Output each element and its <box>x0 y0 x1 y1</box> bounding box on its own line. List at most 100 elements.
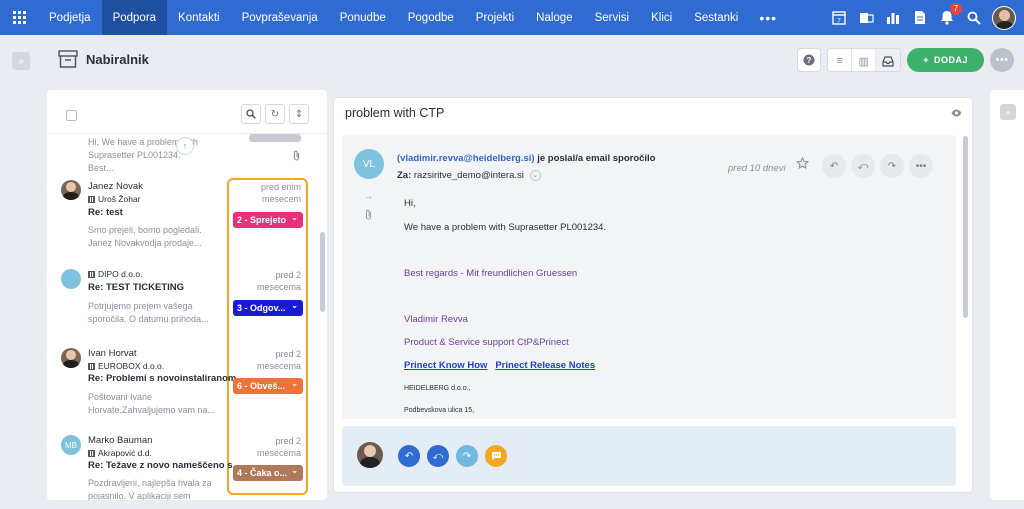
item-date: pred 2 mesecema <box>256 349 301 371</box>
apps-grid-icon[interactable] <box>0 0 38 35</box>
nav-item-kontakti[interactable]: Kontakti <box>167 0 231 35</box>
expand-sidebar-icon[interactable]: » <box>12 52 30 70</box>
reply-all-icon[interactable]: ⤺ <box>851 154 875 178</box>
top-navigation: Podjetja Podpora Kontakti Povpraševanja … <box>0 0 1024 35</box>
nav-item-podpora[interactable]: Podpora <box>101 0 168 35</box>
right-side-rail: « <box>990 90 1024 500</box>
chevron-down-icon: ⌄ <box>291 379 298 388</box>
from-line: (vladimir.revva@heidelberg.si) je poslal… <box>397 153 655 164</box>
chevron-down-icon[interactable]: ⌄ <box>529 170 541 181</box>
body-line: We have a problem with Suprasetter PL001… <box>404 222 607 233</box>
nav-item-klici[interactable]: Klici <box>640 0 683 35</box>
add-button-label: DODAJ <box>933 55 968 65</box>
nav-item-ponudbe[interactable]: Ponudbe <box>329 0 397 35</box>
nav-item-pogodbe[interactable]: Pogodbe <box>397 0 465 35</box>
reply-all-icon[interactable]: ⤺ <box>427 445 449 467</box>
to-line: Za: razsiritve_demo@intera.si ⌄ <box>397 170 541 181</box>
forward-icon[interactable]: ↷ <box>456 445 478 467</box>
page-header: » Nabiralnik ? ≡ ▥ + DODAJ ••• <box>0 35 1024 89</box>
detail-scrollbar[interactable] <box>963 136 968 318</box>
sender-email[interactable]: (vladimir.revva@heidelberg.si) <box>397 153 535 164</box>
list-scrollbar[interactable] <box>320 232 325 312</box>
user-avatar[interactable] <box>992 5 1016 30</box>
document-icon[interactable] <box>911 9 929 27</box>
help-button[interactable]: ? <box>797 48 822 72</box>
scroll-up-icon[interactable]: ↑ <box>176 137 194 155</box>
collapse-rail-icon[interactable]: « <box>1000 104 1016 120</box>
nav-item-podjetja[interactable]: Podjetja <box>38 0 102 35</box>
item-name: Ivan Horvat <box>88 348 137 359</box>
chevron-down-icon: ⌄ <box>291 301 298 310</box>
nav-item-projekti[interactable]: Projekti <box>465 0 525 35</box>
item-name: Marko Bauman <box>88 435 153 446</box>
calendar-icon[interactable]: 7 <box>830 9 848 27</box>
message-time: pred 10 dnevi <box>728 163 786 174</box>
status-dropdown[interactable]: 3 - Odgov... ⌄ <box>233 300 303 316</box>
link-know-how[interactable]: Prinect Know How <box>404 360 487 371</box>
list-tools: ↻ ⇕ <box>241 104 309 124</box>
nav-more-button[interactable]: ••• <box>749 10 787 26</box>
reply-icon[interactable]: ↶ <box>822 154 846 178</box>
item-name: Janez Novak <box>88 181 143 192</box>
link-release-notes[interactable]: Prinect Release Notes <box>495 360 595 371</box>
bell-icon[interactable]: 7 <box>938 2 962 27</box>
more-actions-icon[interactable]: ••• <box>909 154 933 178</box>
nav-menu: Podjetja Podpora Kontakti Povpraševanja … <box>38 0 787 35</box>
signature-title: Product & Service support CtP&Prinect <box>404 337 569 348</box>
reply-bar: ↶ ⤺ ↷ <box>342 426 956 486</box>
item-preview: Potrjujemo prejem vašega sporočila. O da… <box>88 301 209 324</box>
sender-avatar: VL <box>354 149 384 179</box>
item-subject: Re: Težave z novo nameščeno s... <box>88 460 241 471</box>
message-actions: ↶ ⤺ ↷ ••• <box>822 154 933 178</box>
nav-item-servisi[interactable]: Servisi <box>584 0 641 35</box>
calendar-day: 7 <box>837 18 841 25</box>
forward-icon[interactable]: ↷ <box>880 154 904 178</box>
page-title: Nabiralnik <box>86 51 149 67</box>
status-dropdown[interactable]: 6 - Obveš... ⌄ <box>233 378 303 394</box>
signature-company: HEIDELBERG d.o.o., <box>404 385 471 392</box>
message-subject: problem with CTP <box>345 106 445 120</box>
eye-icon[interactable] <box>951 108 962 120</box>
item-subject: Re: TEST TICKETING <box>88 282 185 293</box>
star-icon[interactable] <box>795 156 810 173</box>
item-company-name: Uroš Žohar <box>98 194 141 204</box>
status-label: 6 - Obveš... <box>237 381 286 391</box>
add-button[interactable]: + DODAJ <box>907 48 984 72</box>
paperclip-icon[interactable] <box>364 209 373 222</box>
search-icon[interactable] <box>965 9 983 27</box>
nav-item-naloge[interactable]: Naloge <box>525 0 583 35</box>
notification-badge: 7 <box>950 2 962 15</box>
reply-icon[interactable]: ↶ <box>398 445 420 467</box>
message-thread: VL (vladimir.revva@heidelberg.si) je pos… <box>342 135 956 419</box>
columns-view-icon[interactable]: ▥ <box>852 49 877 71</box>
message-side-icons: → <box>364 191 373 222</box>
help-glyph: ? <box>807 56 812 65</box>
sort-icon[interactable]: ⇕ <box>289 104 309 124</box>
refresh-icon[interactable]: ↻ <box>265 104 285 124</box>
chat-icon[interactable] <box>485 445 507 467</box>
signature-name: Vladimir Revva <box>404 314 468 325</box>
item-company: Akrapović d.d. <box>88 448 152 458</box>
inbox-view-icon[interactable] <box>876 49 901 71</box>
list-toolbar: ↻ ⇕ <box>47 90 327 134</box>
status-dropdown[interactable]: 4 - Čaka o... ⌄ <box>233 465 303 481</box>
building-icon <box>88 449 95 457</box>
plus-icon: + <box>923 55 929 65</box>
nav-item-povprasevanja[interactable]: Povpraševanja <box>231 0 329 35</box>
item-subject: Re: test <box>88 207 123 218</box>
reports-chart-icon[interactable] <box>884 9 902 27</box>
nav-item-sestanki[interactable]: Sestanki <box>683 0 749 35</box>
chevron-down-icon: ⌄ <box>291 213 298 222</box>
view-mode-toggle: ≡ ▥ <box>827 48 902 72</box>
list-view-icon[interactable]: ≡ <box>828 49 853 71</box>
status-dropdown[interactable]: 2 - Sprejeto ⌄ <box>233 212 303 228</box>
building-icon <box>88 362 95 370</box>
chevron-down-icon: ⌄ <box>291 466 298 475</box>
list-search-icon[interactable] <box>241 104 261 124</box>
item-date: pred enim mesecem <box>260 182 301 204</box>
building-icon <box>88 270 95 278</box>
more-options-button[interactable]: ••• <box>990 48 1014 72</box>
select-all-checkbox[interactable] <box>66 110 77 121</box>
exchange-icon[interactable] <box>857 9 875 27</box>
current-user-avatar <box>357 442 383 468</box>
